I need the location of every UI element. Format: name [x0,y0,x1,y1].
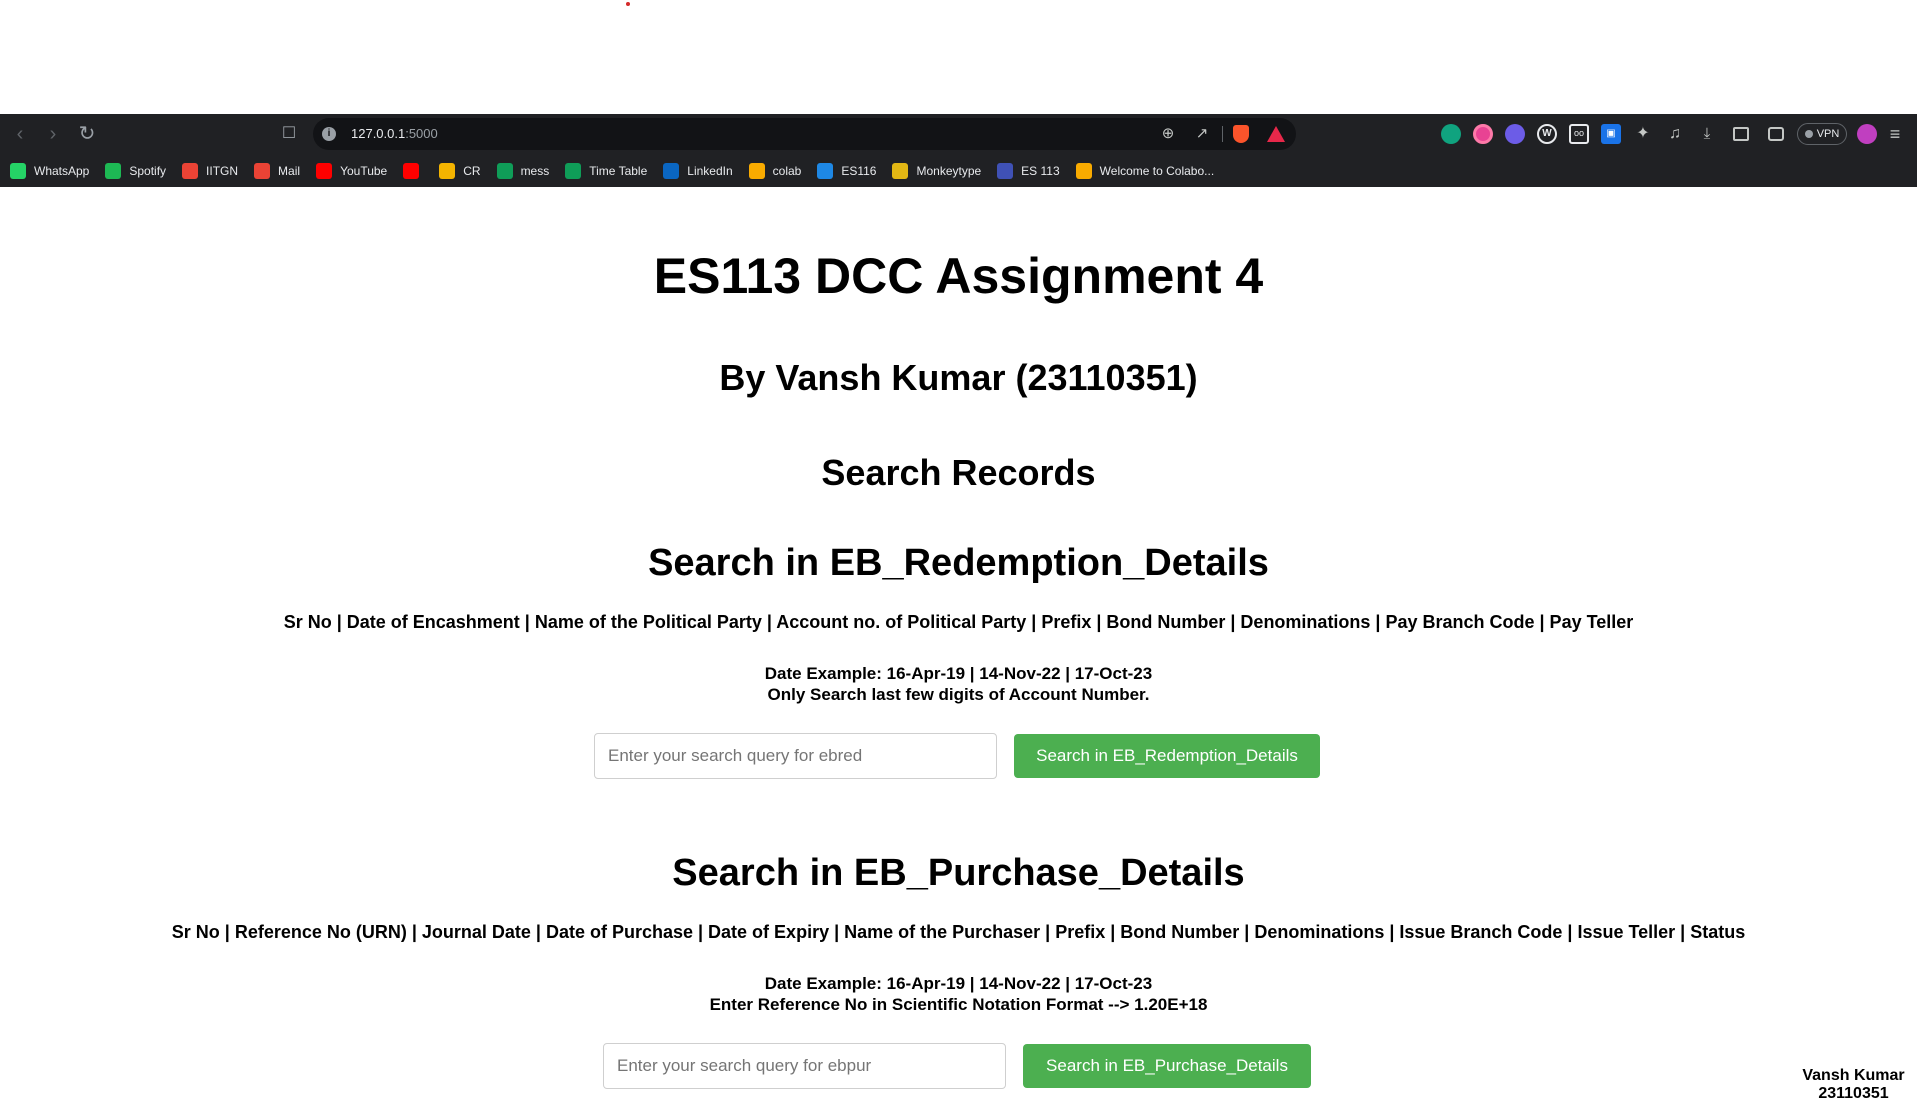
bookmark-page-icon[interactable]: ☐ [277,122,301,146]
bookmark-label: Monkeytype [916,163,982,178]
address-bar[interactable]: i 127.0.0.1:5000 ⊕ ↗ [313,118,1296,150]
bookmark-item[interactable] [403,160,427,182]
ebred-search-button[interactable]: Search in EB_Redemption_Details [1014,734,1320,778]
ebred-search-input[interactable] [594,733,997,779]
bookmark-favicon-icon [10,162,26,179]
omnibox-divider [1222,126,1223,142]
ebred-section-heading: Search in EB_Redemption_Details [648,542,1269,584]
desktop-strip [0,0,1917,114]
bookmark-favicon-icon [316,162,333,179]
cursor-dot [626,2,630,6]
bookmark-label: ES 113 [1021,163,1060,178]
bookmark-favicon-icon [748,162,765,179]
bookmark-favicon-icon [1075,162,1092,179]
bookmark-item[interactable]: colab [748,160,802,182]
forward-button[interactable]: › [41,122,65,146]
bookmark-item[interactable]: ES116 [817,160,876,182]
url-text[interactable]: 127.0.0.1:5000 [351,126,438,141]
bookmark-label: IITGN [206,163,239,178]
ebpur-search-note: Enter Reference No in Scientific Notatio… [709,995,1208,1014]
bookmark-favicon-icon [817,162,834,179]
bookmark-item[interactable]: ES 113 [997,160,1060,182]
search-records-heading: Search Records [821,452,1096,493]
browser-toolbar: ‹ › ↻ ☐ i 127.0.0.1:5000 ⊕ ↗ W oo ▣ ✦ ♫ … [0,114,1917,154]
bookmark-item[interactable]: CR [439,160,481,182]
bookmark-favicon-icon [496,162,513,179]
extensions-puzzle-icon[interactable]: ✦ [1633,124,1653,144]
screen: ‹ › ↻ ☐ i 127.0.0.1:5000 ⊕ ↗ W oo ▣ ✦ ♫ … [0,0,1917,1110]
chatgpt-extension-icon[interactable] [1441,124,1461,144]
profile-avatar-icon[interactable] [1857,124,1877,144]
footer-id: 23110351 [1818,1085,1889,1102]
footer-name: Vansh Kumar [1802,1067,1905,1084]
w-extension-icon[interactable]: W [1537,124,1557,144]
oo-extension-icon[interactable]: oo [1569,124,1589,144]
calendar-extension-icon[interactable]: ▣ [1601,124,1621,144]
bookmark-favicon-icon [439,162,456,179]
globe-extension-icon[interactable] [1473,124,1493,144]
bookmark-label: LinkedIn [687,163,733,178]
bookmark-item[interactable]: Spotify [105,160,166,182]
url-host: 127.0.0.1 [351,126,406,141]
site-info-icon[interactable]: i [322,127,336,141]
bookmark-label: Spotify [129,163,167,178]
menu-icon[interactable]: ≡ [1885,123,1905,145]
brain-extension-icon[interactable] [1505,124,1525,144]
ebred-search-note: Only Search last few digits of Account N… [767,685,1150,704]
page-title: ES113 DCC Assignment 4 [653,248,1264,304]
bookmark-label: Time Table [589,163,648,178]
bookmark-label: Welcome to Colabo... [1099,163,1215,178]
bookmark-label: CR [463,163,481,178]
reload-button[interactable]: ↻ [75,122,99,146]
brave-shield-icon[interactable] [1233,125,1249,143]
page-content: ES113 DCC Assignment 4 By Vansh Kumar (2… [0,187,1917,1110]
bookmark-favicon-icon [997,162,1014,179]
ebpur-section-heading: Search in EB_Purchase_Details [672,852,1245,894]
bookmark-item[interactable]: LinkedIn [663,160,733,182]
bookmark-item[interactable]: IITGN [182,160,238,182]
wallet-icon[interactable] [1768,127,1784,141]
ebpur-date-example: Date Example: 16-Apr-19 | 14-Nov-22 | 17… [764,974,1153,993]
url-port: :5000 [405,126,438,141]
bookmark-favicon-icon [565,162,582,179]
browser-chrome: ‹ › ↻ ☐ i 127.0.0.1:5000 ⊕ ↗ W oo ▣ ✦ ♫ … [0,114,1917,187]
bookmark-item[interactable]: mess [496,160,550,182]
bookmark-label: WhatsApp [34,163,90,178]
back-button[interactable]: ‹ [8,122,32,146]
bookmark-favicon-icon [105,162,122,179]
vpn-label: VPN [1816,128,1840,140]
footer-credit: Vansh Kumar 23110351 [1790,1067,1917,1103]
bookmark-item[interactable]: Time Table [565,160,647,182]
bookmark-favicon-icon [254,162,271,179]
bookmark-item[interactable]: WhatsApp [10,160,89,182]
sidebar-toggle-icon[interactable] [1733,127,1749,141]
bookmark-item[interactable]: Monkeytype [892,160,981,182]
author-byline: By Vansh Kumar (23110351) [719,357,1198,398]
bookmarks-bar: WhatsApp Spotify IITGN Mail YouTube CR mess Tim… [0,154,1917,187]
ebpur-search-input[interactable] [603,1043,1006,1089]
ebpur-columns-list: Sr No | Reference No (URN) | Journal Dat… [171,922,1746,942]
downloads-icon[interactable]: ⤓ [1697,124,1717,144]
bookmark-item[interactable]: Mail [254,160,300,182]
ebred-date-example: Date Example: 16-Apr-19 | 14-Nov-22 | 17… [764,664,1153,683]
bookmark-label: colab [772,163,802,178]
bookmark-item[interactable]: Welcome to Colabo... [1075,160,1215,182]
bookmark-favicon-icon [403,162,420,179]
bookmark-item[interactable]: YouTube [316,160,387,182]
bookmark-favicon-icon [663,162,680,179]
ebpur-search-button[interactable]: Search in EB_Purchase_Details [1023,1044,1311,1088]
brave-rewards-icon[interactable] [1267,126,1285,142]
bookmark-label: YouTube [340,163,388,178]
vpn-button[interactable]: VPN [1797,123,1847,145]
bookmark-label: ES116 [841,163,877,178]
media-music-icon[interactable]: ♫ [1665,124,1685,144]
zoom-icon[interactable]: ⊕ [1159,125,1177,143]
bookmark-label: mess [520,163,550,178]
bookmark-favicon-icon [892,162,909,179]
ebred-columns-list: Sr No | Date of Encashment | Name of the… [283,612,1634,632]
bookmark-favicon-icon [182,162,199,179]
share-icon[interactable]: ↗ [1193,125,1211,143]
vpn-status-icon [1804,130,1813,138]
bookmark-label: Mail [278,163,301,178]
